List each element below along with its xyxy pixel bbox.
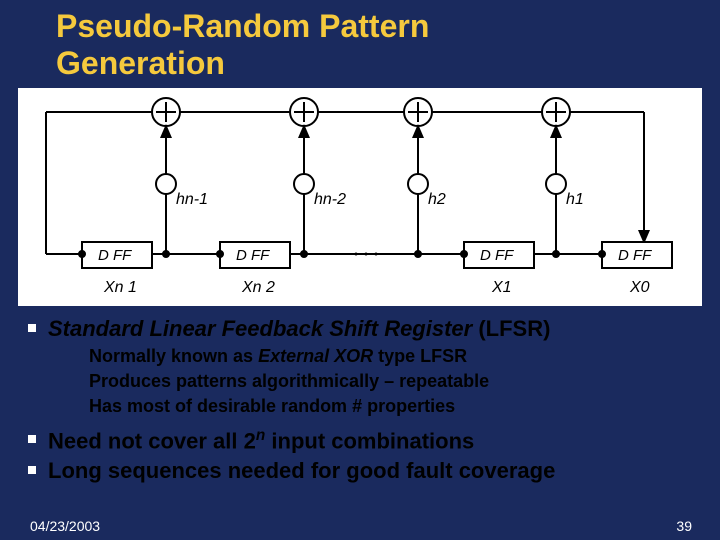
bullet-2-text: Need not cover all 2n input combinations xyxy=(48,427,474,454)
ff-label-2: D FF xyxy=(480,247,514,264)
sub-bullet-2-text: Produces patterns algorithmically – repe… xyxy=(89,371,489,392)
bullet-1-italic: Standard Linear Feedback Shift Register xyxy=(48,316,472,341)
out-label-0: Xn 1 xyxy=(103,279,137,296)
out-label-2: X1 xyxy=(491,279,512,296)
bullet-3-text: Long sequences needed for good fault cov… xyxy=(48,458,555,484)
out-label-3: X0 xyxy=(629,279,650,296)
sub-bullet-3-text: Has most of desirable random # propertie… xyxy=(89,396,455,417)
tap-label-1: hn-2 xyxy=(314,191,346,208)
ff-label-1: D FF xyxy=(236,247,270,264)
sub1-suffix: type LFSR xyxy=(373,346,467,366)
title-line-1: Pseudo-Random Pattern xyxy=(56,8,429,44)
tap-label-0: hn-1 xyxy=(176,191,208,208)
bullet-content: Standard Linear Feedback Shift Register … xyxy=(0,316,720,484)
bullet-1-text: Standard Linear Feedback Shift Register … xyxy=(48,316,550,342)
footer-date: 04/23/2003 xyxy=(30,518,100,534)
b2-prefix: Need not cover all xyxy=(48,428,244,453)
bullet-square-small-icon xyxy=(70,378,79,387)
bullet-1: Standard Linear Feedback Shift Register … xyxy=(20,316,696,342)
bullet-2: Need not cover all 2n input combinations xyxy=(20,427,696,454)
tap-label-2: h2 xyxy=(428,191,446,208)
sub1-italic: External XOR xyxy=(258,346,373,366)
b2-two: 2 xyxy=(244,428,256,453)
slide-title: Pseudo-Random Pattern Generation xyxy=(0,0,720,82)
ff-label-0: D FF xyxy=(98,247,132,264)
bullet-3: Long sequences needed for good fault cov… xyxy=(20,458,696,484)
tap-label-3: h1 xyxy=(566,191,584,208)
b2-suffix: input combinations xyxy=(265,428,474,453)
out-label-1: Xn 2 xyxy=(241,279,275,296)
footer: 04/23/2003 39 xyxy=(30,518,692,534)
bullet-square-icon xyxy=(26,322,38,334)
bullet-1-suffix: (LFSR) xyxy=(472,316,550,341)
title-line-2: Generation xyxy=(56,45,225,81)
lfsr-svg: hn-1 hn-2 h2 h1 D FF D FF D FF D FF Xn 1… xyxy=(26,94,694,300)
b2-exp: n xyxy=(256,427,265,444)
ff-label-3: D FF xyxy=(618,247,652,264)
sub1-prefix: Normally known as xyxy=(89,346,258,366)
sub-bullet-3: Has most of desirable random # propertie… xyxy=(20,396,696,417)
sub-bullet-2: Produces patterns algorithmically – repe… xyxy=(20,371,696,392)
sub-bullet-1: Normally known as External XOR type LFSR xyxy=(20,346,696,367)
footer-page: 39 xyxy=(676,518,692,534)
lfsr-diagram: hn-1 hn-2 h2 h1 D FF D FF D FF D FF Xn 1… xyxy=(18,88,702,306)
bullet-square-small-icon xyxy=(70,403,79,412)
bullet-square-small-icon xyxy=(70,353,79,362)
sub-bullet-1-text: Normally known as External XOR type LFSR xyxy=(89,346,467,367)
bullet-square-icon xyxy=(26,433,38,445)
bullet-square-icon xyxy=(26,464,38,476)
